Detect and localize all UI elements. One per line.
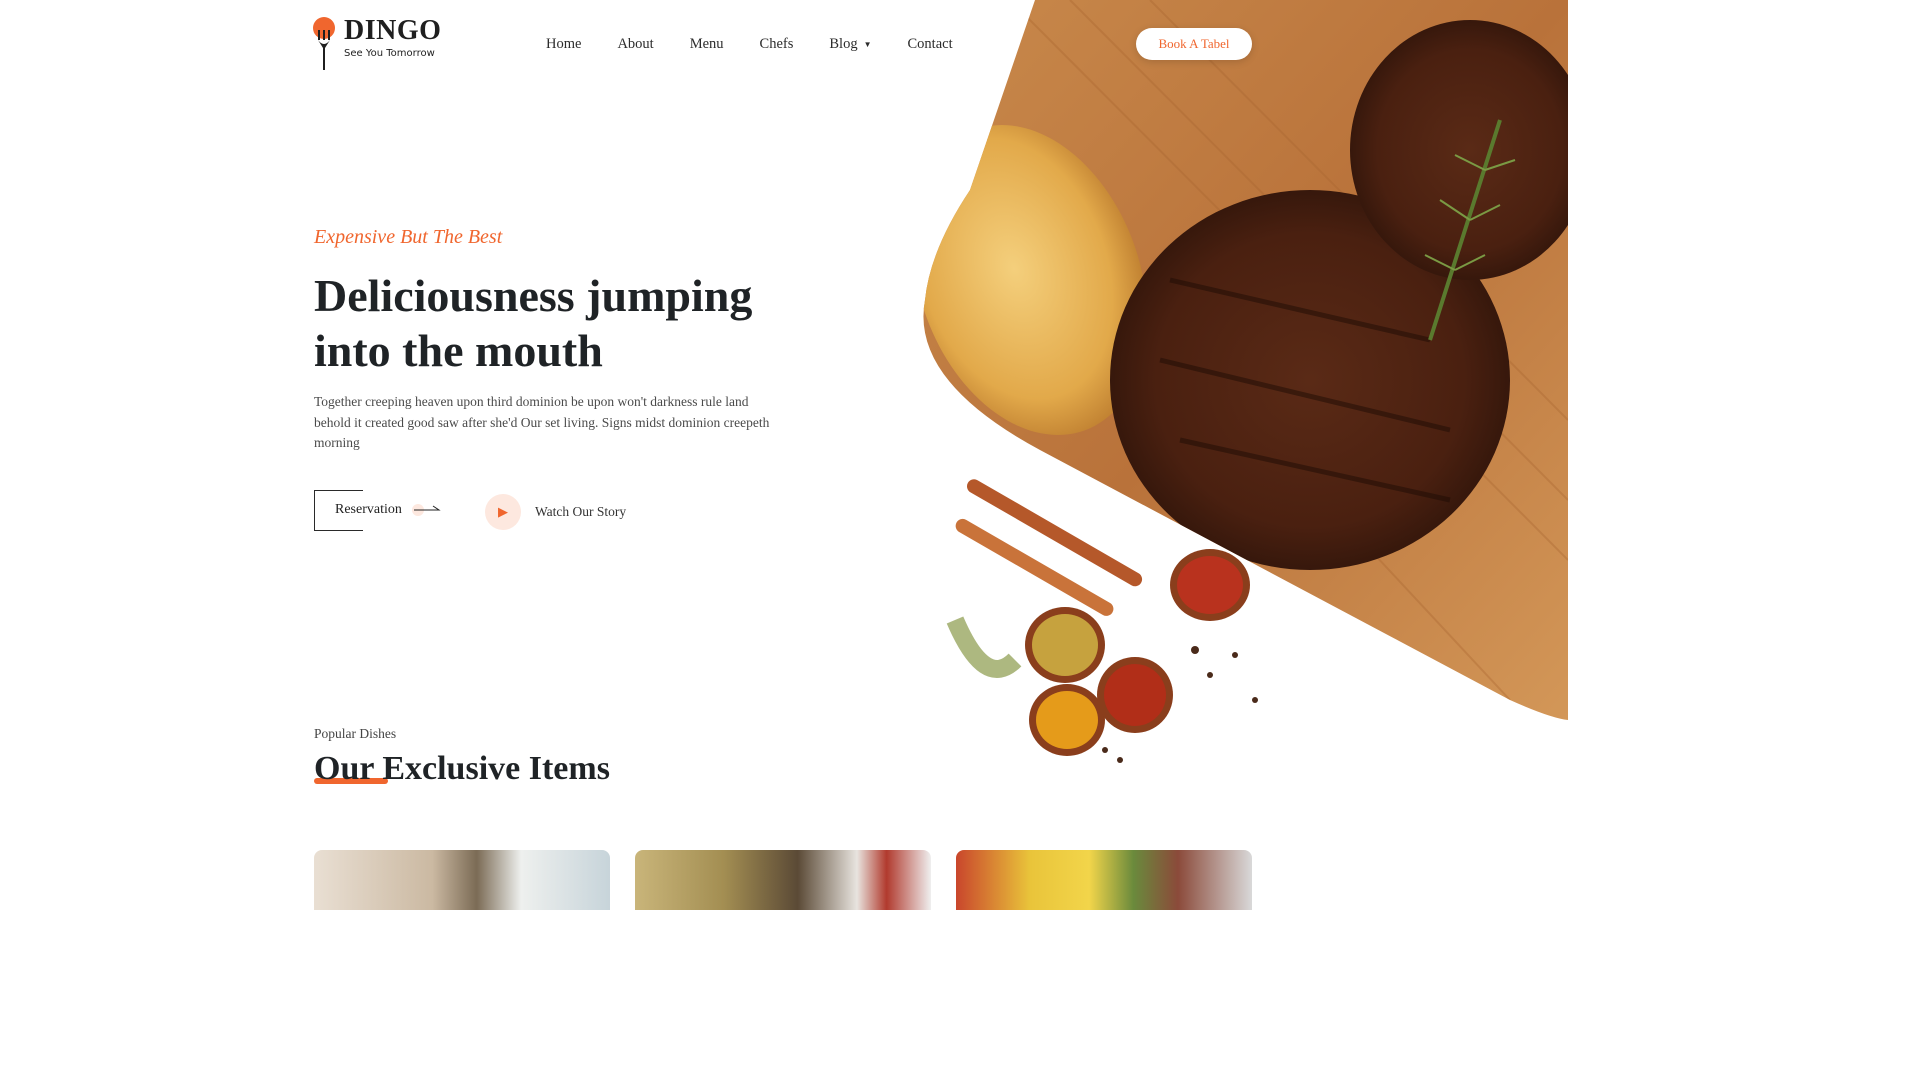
nav-contact[interactable]: Contact	[908, 36, 953, 53]
play-icon: ▶	[485, 494, 521, 530]
fork-logo-icon	[313, 17, 335, 70]
reservation-label: Reservation	[335, 502, 402, 517]
nav-home[interactable]: Home	[546, 36, 581, 53]
hero-description: Together creeping heaven upon third domi…	[314, 394, 770, 450]
brand-logo[interactable]: DINGO See You Tomorrow	[312, 16, 441, 72]
reservation-button[interactable]: Reservation	[314, 490, 442, 531]
spice-spoons-image	[946, 479, 1258, 763]
section-title: Our Exclusive Items	[314, 750, 610, 787]
nav-blog[interactable]: Blog ▼	[829, 36, 871, 53]
dish-card-3-image[interactable]	[956, 850, 1252, 910]
hero-eyebrow: Expensive But The Best	[314, 226, 503, 248]
section-subtitle: Popular Dishes	[314, 726, 397, 741]
brand-tagline: See You Tomorrow	[344, 48, 435, 59]
chevron-down-icon: ▼	[863, 40, 872, 50]
nav-blog-label: Blog	[829, 36, 858, 52]
arrow-right-icon	[411, 504, 441, 516]
dish-card-1-image[interactable]	[314, 850, 610, 910]
main-nav: Home About Menu Chefs Blog ▼ Contact	[546, 36, 989, 53]
dish-card-2-image[interactable]	[635, 850, 931, 910]
nav-chefs[interactable]: Chefs	[760, 36, 794, 53]
watch-story-label: Watch Our Story	[535, 504, 627, 519]
nav-menu[interactable]: Menu	[690, 36, 724, 53]
brand-name: DINGO	[344, 15, 442, 46]
book-table-button[interactable]: Book A Tabel	[1136, 28, 1252, 60]
hero-headline: Deliciousness jumping into the mouth	[314, 270, 753, 376]
nav-about[interactable]: About	[617, 36, 653, 53]
watch-story-button[interactable]: ▶ Watch Our Story	[485, 494, 626, 530]
